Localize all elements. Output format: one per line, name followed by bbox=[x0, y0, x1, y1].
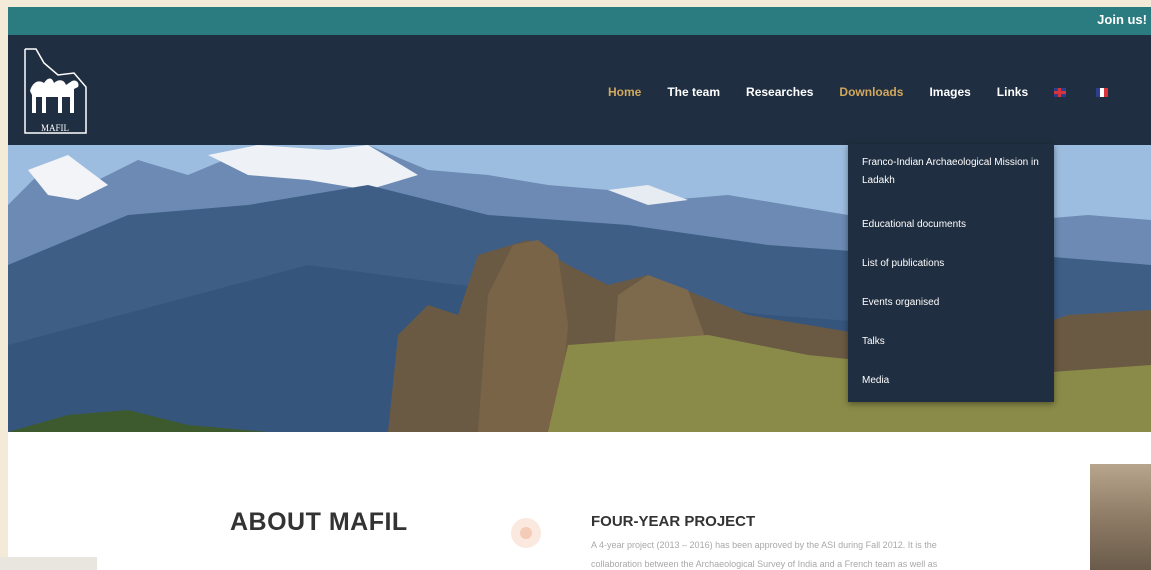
uk-flag-icon[interactable] bbox=[1054, 87, 1067, 97]
dropdown-item-franco-indian-mission[interactable]: Franco-Indian Archaeological Mission in … bbox=[862, 154, 1042, 190]
project-title: FOUR-YEAR PROJECT bbox=[591, 513, 756, 530]
downloads-dropdown-menu: Franco-Indian Archaeological Mission in … bbox=[848, 144, 1054, 402]
status-bar bbox=[0, 557, 97, 570]
site-logo[interactable]: MAFIL bbox=[22, 43, 88, 135]
nav-the-team[interactable]: The team bbox=[667, 85, 720, 99]
france-flag-icon[interactable] bbox=[1096, 87, 1109, 97]
project-text: A 4-year project (2013 – 2016) has been … bbox=[591, 536, 1091, 570]
join-us-link[interactable]: Join us! bbox=[1097, 12, 1147, 27]
dropdown-item-list-of-publications[interactable]: List of publications bbox=[862, 255, 1042, 273]
dropdown-item-events-organised[interactable]: Events organised bbox=[862, 294, 1042, 312]
page: Join us! MAFIL Home The team Researches … bbox=[8, 7, 1151, 570]
nav-images[interactable]: Images bbox=[929, 85, 970, 99]
side-photo bbox=[1090, 464, 1151, 570]
camel-logo-icon: MAFIL bbox=[24, 48, 87, 134]
nav-researches[interactable]: Researches bbox=[746, 85, 813, 99]
decorative-circle-icon bbox=[511, 518, 541, 548]
svg-text:MAFIL: MAFIL bbox=[41, 123, 69, 133]
top-bar: Join us! bbox=[8, 7, 1151, 35]
dropdown-item-educational-documents[interactable]: Educational documents bbox=[862, 216, 1042, 234]
nav-links[interactable]: Links bbox=[997, 85, 1028, 99]
main-content: ABOUT MAFIL FOUR-YEAR PROJECT A 4-year p… bbox=[8, 432, 1151, 570]
dropdown-item-talks[interactable]: Talks bbox=[862, 333, 1042, 351]
main-nav: Home The team Researches Downloads Image… bbox=[608, 80, 1109, 104]
nav-home[interactable]: Home bbox=[608, 85, 641, 99]
project-text-line: A 4-year project (2013 – 2016) has been … bbox=[591, 540, 937, 550]
about-title: ABOUT MAFIL bbox=[230, 508, 408, 536]
site-header: MAFIL Home The team Researches Downloads… bbox=[8, 35, 1151, 145]
nav-downloads[interactable]: Downloads bbox=[839, 85, 903, 99]
dropdown-item-media[interactable]: Media bbox=[862, 372, 1042, 390]
project-text-line: collaboration between the Archaeological… bbox=[591, 559, 938, 569]
